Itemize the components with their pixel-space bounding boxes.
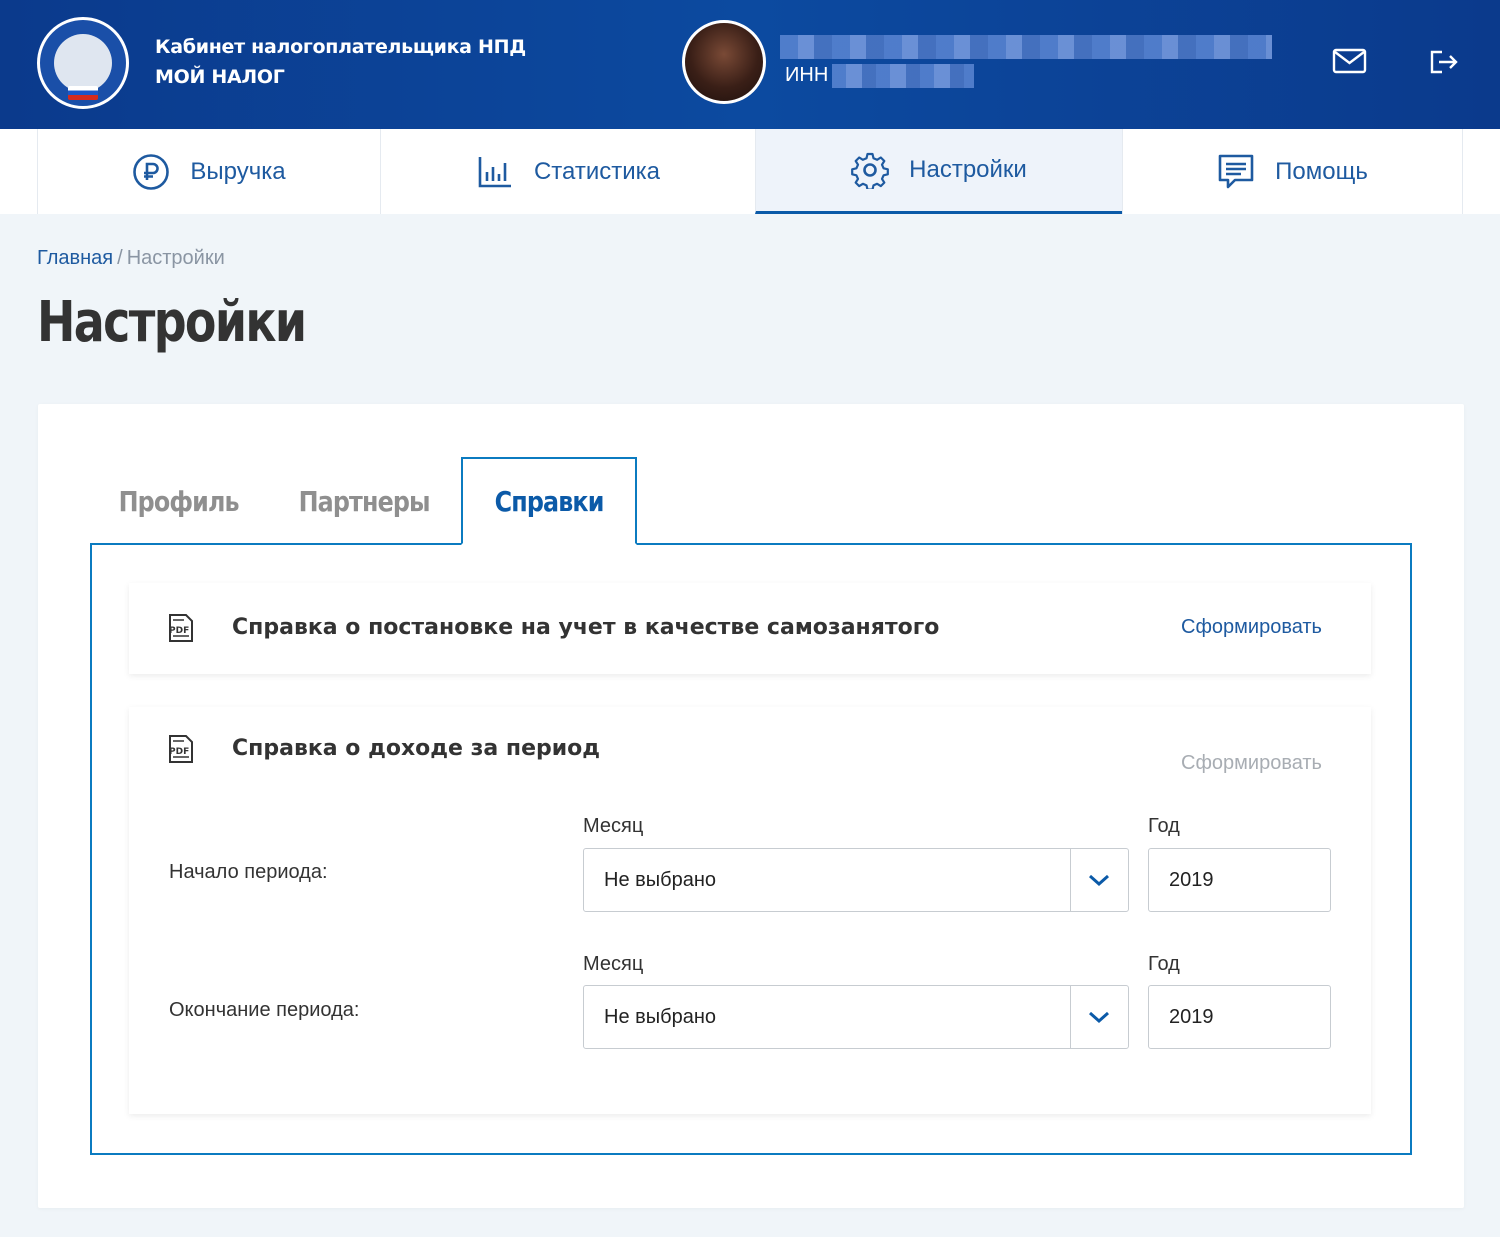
nav-label: Помощь: [1275, 157, 1368, 185]
year-label: Год: [1148, 815, 1180, 837]
nav-item-revenue[interactable]: Выручка: [37, 129, 380, 214]
app-title-line2: МОЙ НАЛОГ: [155, 66, 285, 88]
app-title-line1: Кабинет налогоплательщика НПД: [155, 36, 526, 58]
tab-label: Справки: [494, 484, 605, 518]
select-value: Не выбрано: [604, 869, 716, 891]
fns-emblem-icon: [37, 17, 129, 109]
nav-item-settings[interactable]: Настройки: [755, 129, 1122, 214]
chart-bars-icon: [478, 156, 511, 187]
inn-redacted: [832, 64, 974, 88]
mail-icon[interactable]: [1330, 44, 1370, 80]
chevron-down-icon: [1089, 1011, 1109, 1024]
gear-icon: [851, 152, 890, 189]
tab-certificates[interactable]: Справки: [461, 457, 637, 545]
tab-label: Партнеры: [298, 484, 431, 518]
end-month-select[interactable]: Не выбрано: [583, 985, 1129, 1049]
nav-label: Выручка: [190, 157, 286, 185]
year-label: Год: [1148, 953, 1180, 975]
page-title: Настройки: [37, 290, 307, 355]
breadcrumb-current: Настройки: [126, 247, 225, 269]
inn-label: ИНН: [785, 64, 829, 86]
logout-icon[interactable]: [1426, 44, 1466, 80]
period-start-label: Начало периода:: [169, 861, 328, 883]
nav-item-statistics[interactable]: Статистика: [380, 129, 755, 214]
nav-label: Статистика: [533, 157, 661, 185]
tab-label: Профиль: [118, 484, 240, 518]
month-label: Месяц: [583, 953, 644, 975]
year-value: 2019: [1169, 1006, 1214, 1028]
top-header: Кабинет налогоплательщика НПД МОЙ НАЛОГ …: [0, 0, 1500, 129]
select-value: Не выбрано: [604, 1006, 716, 1028]
chat-help-icon: [1218, 154, 1254, 188]
period-end-label: Окончание периода:: [169, 999, 360, 1021]
generate-income-certificate-button[interactable]: Сформировать: [1181, 752, 1322, 775]
tab-profile[interactable]: Профиль: [90, 457, 268, 545]
svg-text:PDF: PDF: [169, 747, 189, 757]
ruble-icon: [133, 153, 170, 190]
end-year-input[interactable]: 2019: [1148, 985, 1331, 1049]
app-title: Кабинет налогоплательщика НПД МОЙ НАЛОГ: [155, 32, 526, 92]
start-month-select[interactable]: Не выбрано: [583, 848, 1129, 912]
document-title: Справка о доходе за период: [232, 736, 601, 761]
generate-certificate-button[interactable]: Сформировать: [1181, 616, 1322, 639]
pdf-icon: PDF: [169, 614, 193, 642]
nav-label: Настройки: [909, 156, 1027, 183]
pdf-icon: PDF: [169, 735, 193, 763]
start-year-input[interactable]: 2019: [1148, 848, 1331, 912]
year-value: 2019: [1169, 869, 1214, 891]
month-label: Месяц: [583, 815, 644, 837]
username-redacted: [780, 35, 1272, 59]
main-nav: Выручка Статистика Настройки Помощь: [0, 129, 1500, 214]
breadcrumb-home-link[interactable]: Главная: [37, 247, 113, 269]
avatar[interactable]: [682, 20, 766, 104]
document-card: PDF Справка о доходе за период Сформиров…: [129, 707, 1371, 1114]
breadcrumb-separator: /: [117, 247, 123, 269]
nav-item-help[interactable]: Помощь: [1122, 129, 1463, 214]
chevron-down-icon: [1089, 874, 1109, 887]
svg-text:PDF: PDF: [169, 626, 189, 636]
document-title: Справка о постановке на учет в качестве …: [232, 615, 940, 640]
document-card: PDF Справка о постановке на учет в качес…: [129, 583, 1371, 674]
breadcrumb: Главная / Настройки: [37, 247, 225, 270]
tab-partners[interactable]: Партнеры: [268, 457, 461, 545]
